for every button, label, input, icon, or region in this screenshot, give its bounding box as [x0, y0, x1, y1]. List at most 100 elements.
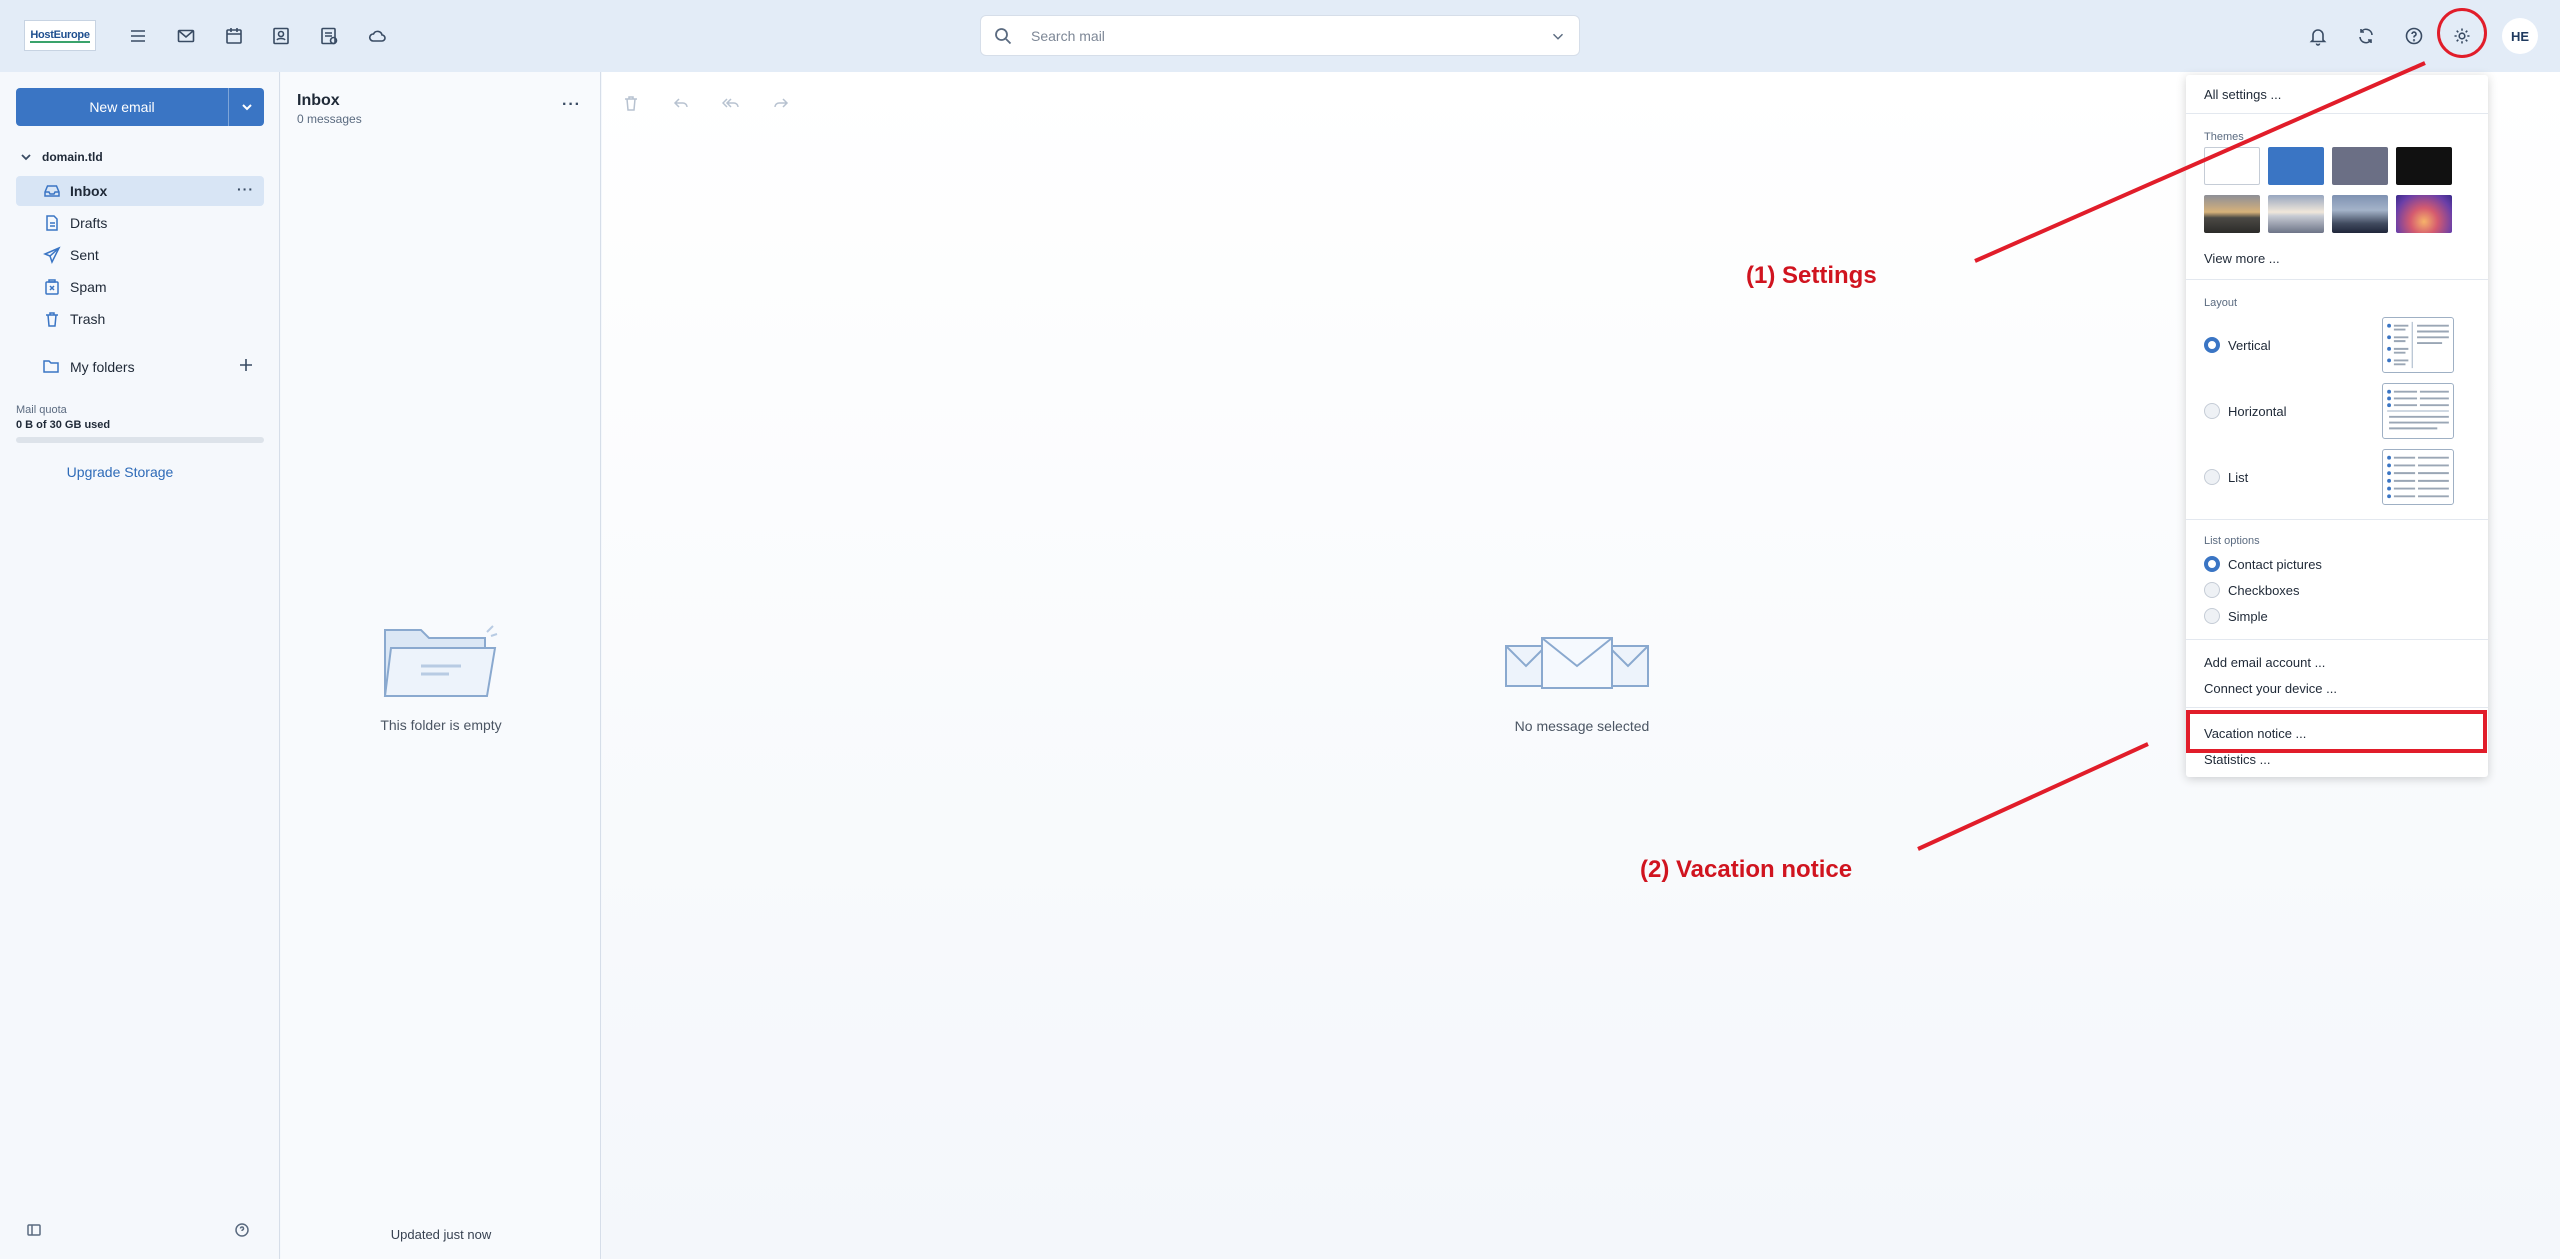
theme-swatch-gray[interactable]: [2332, 147, 2388, 185]
folder-label: Trash: [70, 311, 106, 327]
add-email-account-item[interactable]: Add email account ...: [2204, 655, 2325, 670]
folder-sent[interactable]: Sent: [16, 240, 264, 270]
checkboxes-label[interactable]: Checkboxes: [2228, 583, 2300, 598]
checkboxes-radio[interactable]: [2204, 582, 2220, 598]
layout-list-radio[interactable]: [2204, 469, 2220, 485]
theme-swatch-black[interactable]: [2396, 147, 2452, 185]
folder-label: Drafts: [70, 215, 108, 231]
reply-all-icon[interactable]: [721, 94, 746, 118]
folder-label: Inbox: [70, 183, 108, 199]
simple-radio[interactable]: [2204, 608, 2220, 624]
all-settings-item[interactable]: All settings ...: [2204, 87, 2281, 102]
quota-bar: [16, 437, 264, 443]
inbox-icon: [42, 181, 62, 201]
annotation-vacation-box: [2186, 710, 2487, 753]
theme-swatch-sky[interactable]: [2268, 195, 2324, 233]
folder-icon: [42, 357, 62, 377]
folder-title: Inbox: [297, 92, 340, 109]
layout-vertical-preview[interactable]: [2382, 317, 2454, 373]
connect-device-item[interactable]: Connect your device ...: [2204, 681, 2337, 696]
sidebar-toggle-icon[interactable]: [26, 1222, 44, 1240]
sent-icon: [42, 245, 62, 265]
my-folders[interactable]: My folders: [16, 352, 264, 382]
view-more-themes-item[interactable]: View more ...: [2204, 251, 2280, 266]
top-bar: HostEurope HE: [0, 0, 2560, 72]
divider: [2186, 519, 2488, 520]
layout-horizontal-label[interactable]: Horizontal: [2228, 404, 2287, 419]
layout-list-label[interactable]: List: [2228, 470, 2248, 485]
list-more-button[interactable]: ···: [562, 96, 581, 114]
annotation-step1-label: (1) Settings: [1746, 262, 1877, 289]
account-toggle[interactable]: domain.tld: [20, 150, 103, 164]
spam-icon: [42, 277, 62, 297]
folder-inbox[interactable]: Inbox ···: [16, 176, 264, 206]
contact-pictures-radio[interactable]: [2204, 556, 2220, 572]
folder-trash[interactable]: Trash: [16, 304, 264, 334]
themes-label: Themes: [2204, 131, 2244, 143]
chevron-down-icon[interactable]: [1549, 27, 1567, 45]
menu-icon[interactable]: [124, 22, 152, 50]
contact-pictures-label[interactable]: Contact pictures: [2228, 557, 2322, 572]
avatar[interactable]: HE: [2502, 18, 2538, 54]
mail-icon[interactable]: [172, 22, 200, 50]
drafts-icon: [42, 213, 62, 233]
annotation-step2-label: (2) Vacation notice: [1640, 856, 1853, 883]
message-count: 0 messages: [297, 112, 362, 126]
logo-text: HostEurope: [30, 28, 90, 43]
sidebar: New email domain.tld Inbox ··· Drafts Se…: [0, 72, 280, 1259]
delete-icon[interactable]: [622, 94, 646, 118]
theme-swatch-white[interactable]: [2204, 147, 2260, 185]
layout-vertical-label[interactable]: Vertical: [2228, 338, 2271, 353]
theme-swatch-city[interactable]: [2332, 195, 2388, 233]
reply-icon[interactable]: [672, 94, 696, 118]
theme-swatch-blue[interactable]: [2268, 147, 2324, 185]
no-message-text: No message selected: [1514, 718, 1650, 734]
bell-icon[interactable]: [2304, 22, 2332, 50]
quota-label: Mail quota: [16, 404, 67, 416]
contacts-icon[interactable]: [267, 22, 295, 50]
cloud-icon[interactable]: [363, 22, 391, 50]
folder-label: Spam: [70, 279, 107, 295]
divider: [2186, 279, 2488, 280]
my-folders-label: My folders: [70, 359, 135, 375]
layout-horizontal-radio[interactable]: [2204, 403, 2220, 419]
layout-vertical-radio[interactable]: [2204, 337, 2220, 353]
list-options-label: List options: [2204, 535, 2260, 547]
empty-folder-text: This folder is empty: [380, 717, 502, 733]
divider: [2186, 639, 2488, 640]
chevron-down-icon[interactable]: [228, 88, 264, 126]
search-box[interactable]: [980, 15, 1580, 56]
theme-swatch-sunset[interactable]: [2396, 195, 2452, 233]
layout-horizontal-preview[interactable]: [2382, 383, 2454, 439]
theme-swatch-landscape[interactable]: [2204, 195, 2260, 233]
layout-list-preview[interactable]: [2382, 449, 2454, 505]
calendar-icon[interactable]: [220, 22, 248, 50]
no-message-icon: [1505, 637, 1649, 689]
divider: [2186, 113, 2488, 114]
upgrade-storage-link[interactable]: Upgrade Storage: [16, 464, 224, 480]
host-europe-logo[interactable]: HostEurope: [24, 20, 96, 51]
trash-icon: [42, 309, 62, 329]
folder-drafts[interactable]: Drafts: [16, 208, 264, 238]
new-email-button[interactable]: New email: [16, 88, 264, 126]
chevron-down-icon: [21, 154, 31, 161]
help-icon[interactable]: [2400, 22, 2428, 50]
new-email-label: New email: [89, 99, 155, 115]
divider: [2186, 707, 2488, 708]
add-folder-icon[interactable]: [238, 357, 256, 375]
folder-label: Sent: [70, 247, 99, 263]
help-icon[interactable]: [234, 1222, 252, 1240]
simple-label[interactable]: Simple: [2228, 609, 2268, 624]
tasks-icon[interactable]: [315, 22, 343, 50]
empty-folder-icon: [383, 625, 498, 697]
forward-icon[interactable]: [772, 94, 796, 118]
quota-value: 0 B of 30 GB used: [16, 419, 111, 431]
search-icon: [993, 26, 1013, 46]
message-list: Inbox 0 messages ··· This folder is empt…: [281, 72, 601, 1259]
folder-more-button[interactable]: ···: [237, 181, 254, 197]
statistics-item[interactable]: Statistics ...: [2204, 752, 2270, 767]
updated-status: Updated just now: [390, 1227, 492, 1242]
search-input[interactable]: [1031, 24, 1511, 48]
folder-spam[interactable]: Spam: [16, 272, 264, 302]
refresh-icon[interactable]: [2352, 22, 2380, 50]
